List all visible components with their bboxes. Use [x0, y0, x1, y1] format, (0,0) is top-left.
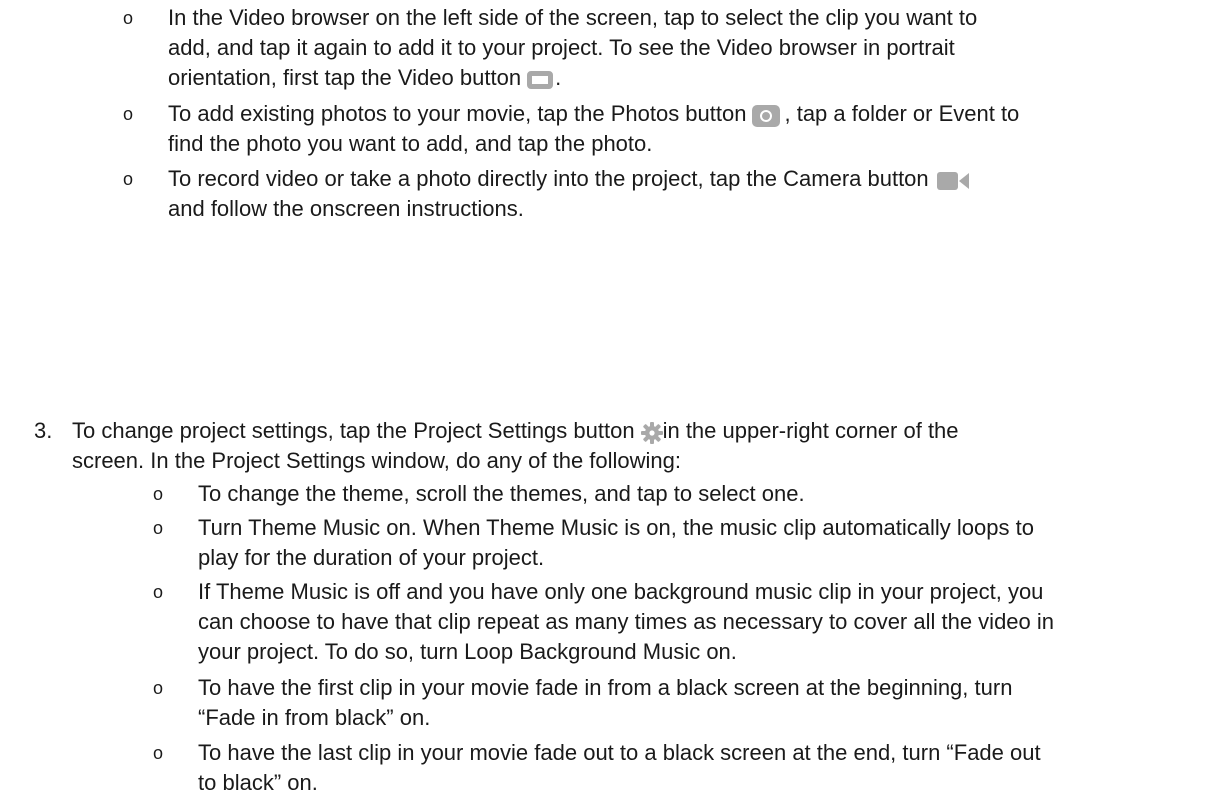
bullet-marker: o: [123, 169, 134, 189]
list-item-text: To add existing photos to your movie, ta…: [168, 101, 1020, 156]
bullet-marker: o: [153, 678, 164, 698]
bullet-marker: o: [153, 743, 164, 763]
list-item-text: To record video or take a photo directly…: [168, 164, 1213, 224]
bullet-marker: o: [123, 8, 134, 28]
bullet-marker: o: [153, 582, 164, 602]
document-page: o In the Video browser on the left side …: [0, 0, 1220, 806]
video-camera-icon: [936, 171, 971, 191]
video-frame-icon: [527, 71, 554, 90]
bullet-marker: o: [153, 518, 164, 538]
list-item-text: In the Video browser on the left side of…: [168, 5, 978, 90]
step-number: 3.: [34, 418, 53, 443]
bullet-marker: o: [153, 484, 164, 504]
gear-icon: [640, 422, 663, 445]
camera-photo-icon: [752, 105, 781, 128]
bullet-marker: o: [123, 104, 134, 124]
step-text: To change project settings, tap the Proj…: [72, 418, 959, 473]
